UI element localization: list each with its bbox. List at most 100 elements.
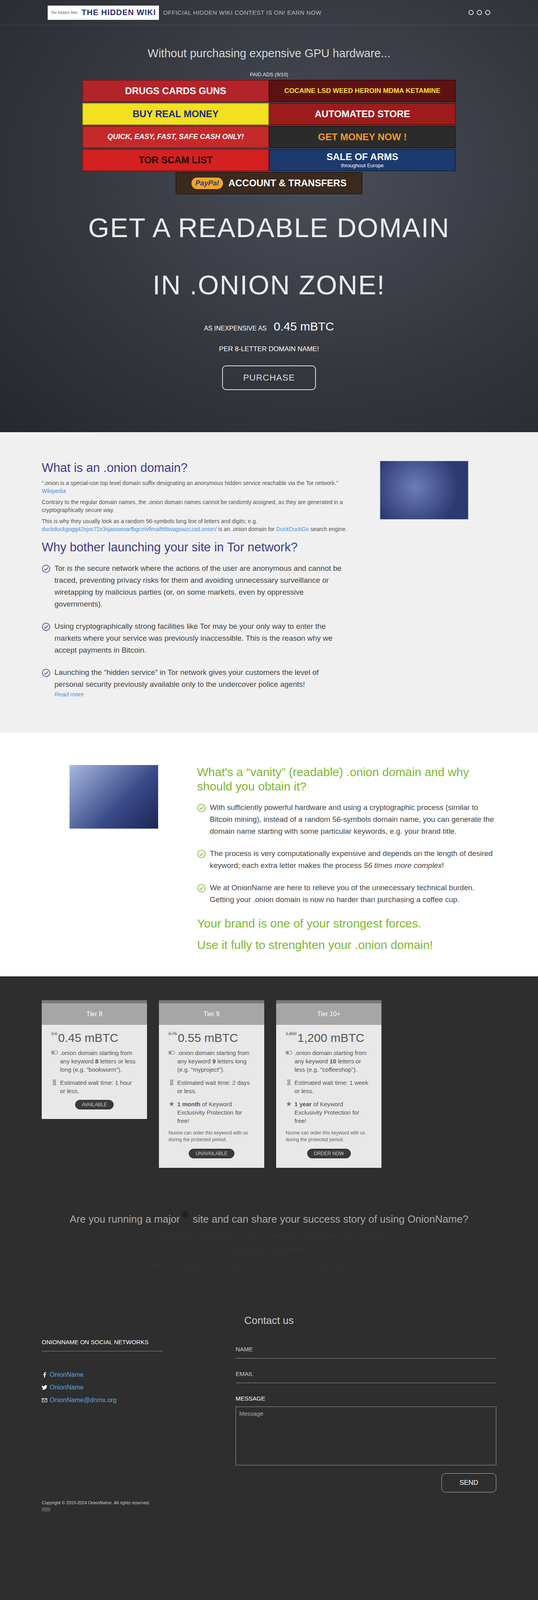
text: “.onion is a special-use top level domai… — [41, 479, 339, 487]
ad-text: AUTOMATED STORE — [314, 108, 411, 120]
text: Contrary to the regular domain names, th… — [41, 499, 148, 506]
reason-item: Launching the “hidden service” in Tor ne… — [41, 666, 348, 699]
emphasis: 56 times more complex — [363, 861, 442, 870]
counter-badge — [41, 1507, 51, 1512]
star-icon — [168, 1101, 175, 1107]
link[interactable]: DuckDuckGo — [276, 526, 309, 533]
toggle-icon — [51, 1050, 58, 1056]
email-input[interactable] — [235, 1363, 497, 1384]
tier-button[interactable]: UNAVAILABLE — [188, 1149, 235, 1159]
purchase-button[interactable]: PURCHASE — [222, 365, 316, 391]
logo[interactable]: The Hidden WikiTHE HIDDEN WIKI — [47, 5, 159, 20]
contact-form: MESSAGE SEND — [235, 1339, 497, 1493]
message-label: MESSAGE — [235, 1395, 497, 1403]
message-textarea[interactable] — [235, 1406, 497, 1466]
tier-name: Tier 10+ — [276, 1003, 382, 1026]
ad-text: TOR SCAM LIST — [138, 154, 213, 166]
tier-price: 1,8001,200 mBTC — [285, 1031, 372, 1046]
ad-text: SALE OF ARMS — [326, 151, 399, 163]
text: Estimated wait time: 1 week or less. — [294, 1079, 369, 1095]
ad-banner[interactable]: DRUGS CARDS GUNS — [82, 79, 269, 103]
star-icon — [285, 1101, 293, 1107]
tier-feature: .onion domain starting from any keyword … — [168, 1048, 255, 1075]
text: This is why they usually look as a rando… — [41, 518, 258, 525]
reason-item: Using cryptographically strong facilitie… — [41, 620, 348, 657]
check-circle-icon — [41, 564, 51, 574]
tier-name: Tier 9 — [158, 1003, 265, 1026]
vanity-list: With sufficiently powerful hardware and … — [197, 801, 497, 906]
tier-price: 0.60.45 mBTC — [51, 1031, 138, 1046]
tier-card: Tier 80.60.45 mBTC.onion domain starting… — [41, 1000, 148, 1120]
social-link[interactable]: OnionName — [41, 1384, 163, 1392]
price: 1,200 mBTC — [297, 1031, 365, 1046]
contact-text: Contact us for details. — [0, 1246, 538, 1256]
dot-icon — [476, 9, 482, 16]
tier-feature: Estimated wait time: 1 week or less. — [285, 1078, 372, 1096]
link[interactable]: Wikipedia — [41, 487, 66, 495]
ad-banner[interactable]: QUICK, EASY, FAST, SAFE CASH ONLY! — [82, 125, 269, 149]
eligible-text: You may be eligible for 1 year or more o… — [0, 1231, 538, 1241]
read-more-link[interactable]: Read more — [54, 690, 348, 699]
old-price: 1,800 — [285, 1031, 297, 1037]
dot-icon — [468, 9, 474, 16]
ad-text: BUY REAL MONEY — [132, 108, 219, 120]
about-text: What is an .onion domain?“.onion is a sp… — [41, 460, 348, 709]
strong-text: 10 — [329, 1058, 337, 1065]
social-title: ONIONNAME ON SOCIAL NETWORKS — [41, 1339, 163, 1352]
tier-feature: 1 year of Keyword Exclusivity Protection… — [285, 1100, 372, 1126]
vanity-item: With sufficiently powerful hardware and … — [197, 801, 497, 838]
price-value: 0.45 mBTC — [273, 319, 335, 334]
ad-banner[interactable]: TOR SCAM LIST — [82, 149, 269, 172]
ad-banner[interactable]: BUY REAL MONEY — [82, 102, 269, 126]
reason-item: Tor is the secure network where the acti… — [41, 562, 348, 611]
toggle-icon — [285, 1050, 293, 1056]
hero-intro: Without purchasing expensive GPU hardwar… — [0, 46, 538, 61]
pricing: Tier 8 0.60.45 mBTC .onion domain starting… — [41, 976, 497, 1169]
ad-banner[interactable]: GET MONEY NOW ! — [269, 125, 456, 149]
vanity-item: The process is very computationally expe… — [197, 847, 497, 872]
tier-button[interactable]: ORDER NOW — [307, 1149, 351, 1159]
check-circle-icon — [197, 803, 206, 813]
name-input[interactable] — [235, 1339, 497, 1359]
tier-price: 0.750.55 mBTC — [168, 1031, 255, 1046]
facebook-icon — [41, 1372, 48, 1378]
twitter-icon — [41, 1385, 48, 1391]
hero-title: GET A READABLE DOMAIN — [0, 210, 538, 246]
world-map-image — [379, 460, 469, 520]
tier-feature: Estimated wait time: 2 days or less. — [168, 1078, 255, 1096]
text: Estimated wait time: 2 days or less. — [177, 1079, 250, 1095]
ad-text: QUICK, EASY, FAST, SAFE CASH ONLY! — [107, 133, 244, 142]
tier-feature: 1 month of Keyword Exclusivity Protectio… — [168, 1100, 255, 1126]
paragraph: “.onion is a special-use top level domai… — [41, 479, 348, 496]
social-link[interactable]: OnionName — [41, 1371, 163, 1379]
ad-banner[interactable]: SALE OF ARMSthroughout Europe — [269, 149, 456, 172]
hourglass-icon — [285, 1079, 293, 1086]
tier-button[interactable]: AVAILABLE — [75, 1100, 114, 1110]
ad-banner[interactable]: ACCOUNT & TRANSFERSPayPal — [175, 172, 363, 195]
ad-banner[interactable]: COCAINE LSD WEED HEROIN MDMA KETAMINE — [269, 79, 456, 103]
text: Tor is the secure network where the acti… — [54, 564, 342, 609]
link[interactable]: duckduckgogg42xjoc72x3sjasowoarfbgcmvfim… — [41, 526, 217, 533]
text: is an .onion domain for — [216, 526, 276, 533]
price-prefix: AS INEXPENSIVE AS — [203, 325, 267, 333]
tier-name: Tier 8 — [41, 1003, 148, 1026]
tier-feature: Estimated wait time: 1 hour or less. — [51, 1078, 138, 1096]
old-price: 0.75 — [168, 1031, 177, 1037]
envelope-icon — [41, 1397, 48, 1404]
hourglass-icon — [51, 1079, 58, 1086]
social-link[interactable]: OnionName@dnmx.org — [41, 1397, 163, 1405]
ad-banner[interactable]: AUTOMATED STORE — [269, 102, 456, 126]
tier-card: Tier 9 0.750.55 mBTC .onion domain startin… — [158, 1000, 265, 1169]
reason-list: Tor is the secure network where the acti… — [41, 562, 348, 699]
vanity-item: We at OnionName are here to relieve you … — [197, 882, 497, 906]
send-button[interactable]: SEND — [441, 1473, 497, 1493]
check-circle-icon — [197, 884, 206, 893]
paragraph: This is why they usually look as a rando… — [41, 517, 348, 534]
contest-notice[interactable]: OFFICIAL HIDDEN WIKI CONTEST IS ON! EARN… — [162, 9, 322, 16]
ad-text: COCAINE LSD WEED HEROIN MDMA KETAMINE — [284, 87, 441, 95]
menu-icon[interactable] — [468, 9, 491, 16]
footnote: ✹ Consider global Alexa rank 100 000 or … — [0, 1262, 538, 1272]
ad-text: ACCOUNT & TRANSFERS — [228, 178, 347, 189]
ad-grid: DRUGS CARDS GUNS COCAINE LSD WEED HEROIN … — [82, 79, 456, 195]
text: Using cryptographically strong facilitie… — [54, 622, 333, 655]
